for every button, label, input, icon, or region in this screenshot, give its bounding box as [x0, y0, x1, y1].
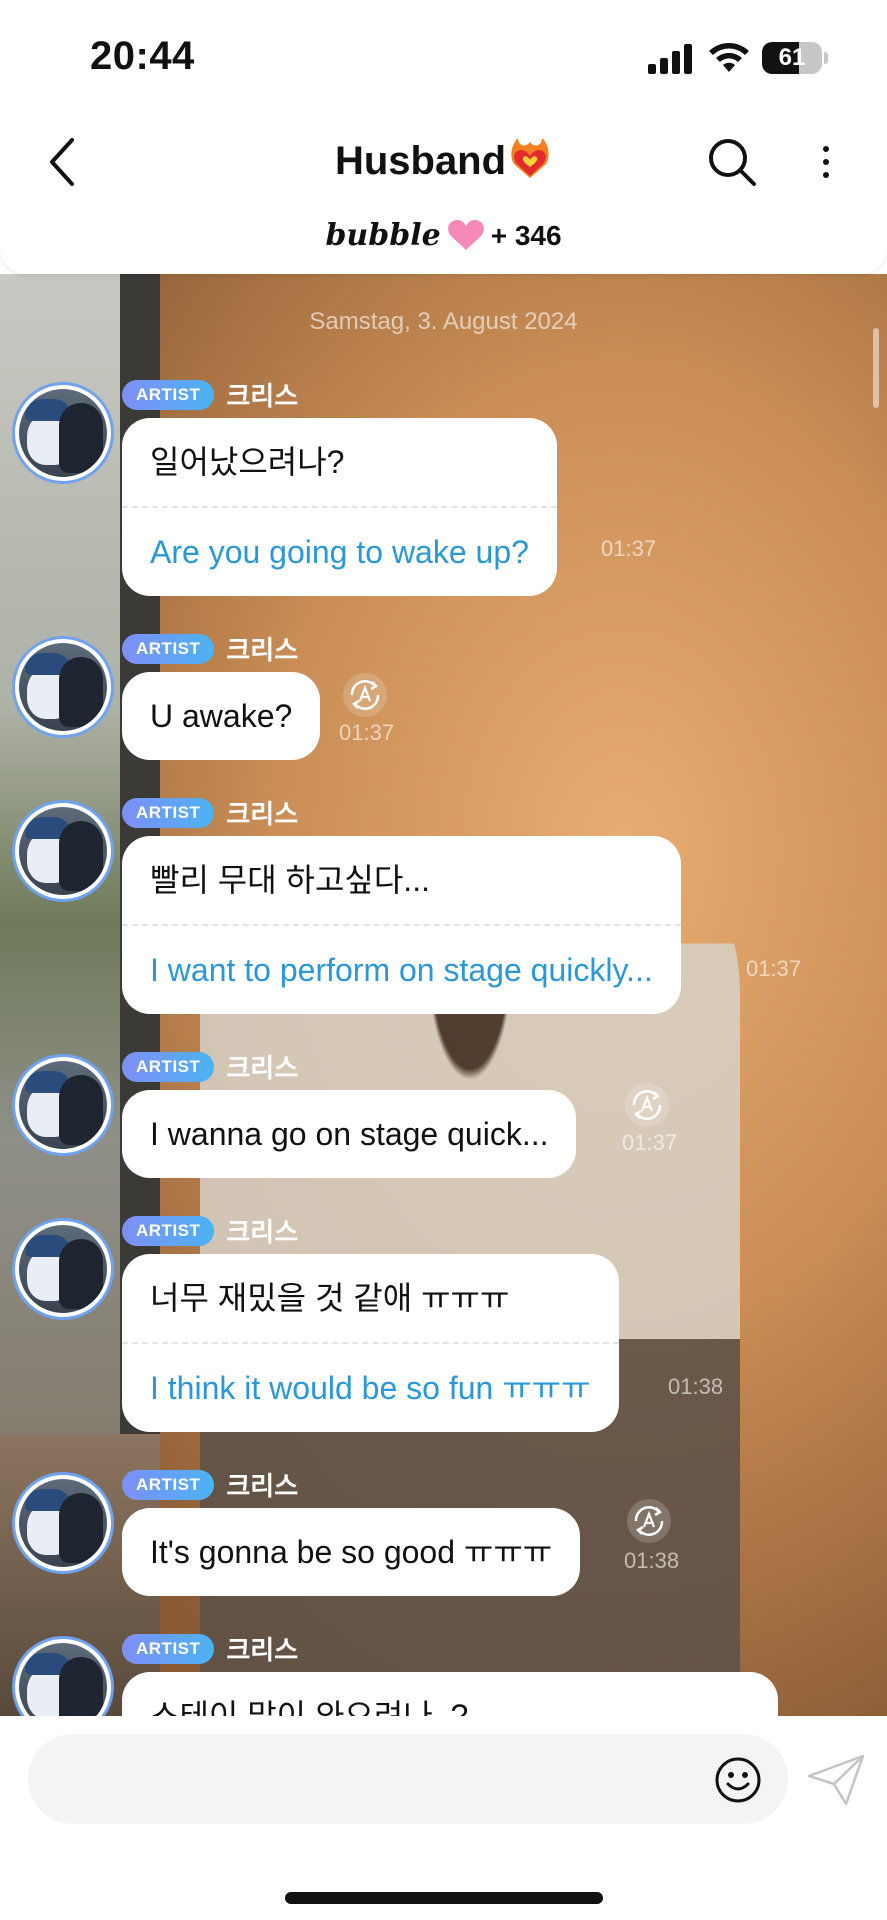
message-time: 01:37: [601, 536, 657, 561]
message-bubble[interactable]: 빨리 무대 하고싶다... I want to perform on stage…: [122, 836, 681, 1014]
chat-title-text: Husband: [334, 139, 507, 183]
artist-badge: ARTIST: [122, 1215, 215, 1246]
sender-name: 크리스: [226, 1471, 299, 1501]
message-time: 01:38: [624, 1548, 680, 1573]
artist-avatar[interactable]: [12, 1218, 114, 1320]
message-bubble[interactable]: U awake?: [122, 672, 321, 760]
chat-message: ARTIST 크리스 스테이 많이 와으려나..?: [0, 1630, 887, 1716]
message-time: 01:37: [622, 1130, 678, 1155]
chat-message: ARTIST 크리스 빨리 무대 하고싶다... I want to perfor…: [0, 794, 887, 1014]
auto-translate-icon[interactable]: [342, 672, 388, 718]
chat-message: ARTIST 크리스 U awake? 01:37: [0, 630, 887, 760]
chat-message: ARTIST 크리스 일어났으려나? Are you going to wake …: [0, 376, 887, 596]
bubble-logo: bubble: [325, 218, 441, 253]
artist-avatar[interactable]: [12, 1054, 114, 1156]
message-time: 01:37: [339, 720, 395, 745]
sender-name: 크리스: [226, 1217, 299, 1247]
message-translation: I want to perform on stage quickly...: [150, 952, 653, 988]
artist-badge: ARTIST: [122, 633, 215, 664]
sender-row: ARTIST 크리스: [122, 1466, 298, 1501]
bubble-subscription-info[interactable]: bubble + 346: [0, 218, 887, 253]
chat-message: ARTIST 크리스 It's gonna be so good ㅠㅠㅠ 01:3…: [0, 1466, 887, 1596]
artist-badge: ARTIST: [122, 797, 215, 828]
sender-name: 크리스: [226, 1053, 299, 1083]
battery-icon: 61: [762, 42, 828, 74]
artist-avatar[interactable]: [12, 636, 114, 738]
message-input[interactable]: [28, 1734, 788, 1824]
artist-avatar[interactable]: [12, 382, 114, 484]
message-text: 너무 재밌을 것 같애 ㅠㅠㅠ: [150, 1280, 510, 1316]
message-text: I wanna go on stage quick...: [150, 1116, 549, 1152]
message-input-bar: [0, 1716, 887, 1920]
sender-row: ARTIST 크리스: [122, 630, 298, 665]
sender-name: 크리스: [226, 799, 299, 829]
auto-translate-icon[interactable]: [624, 1082, 670, 1128]
subscriber-count: + 346: [490, 220, 562, 251]
artist-avatar[interactable]: [12, 800, 114, 902]
battery-percent: 61: [778, 44, 806, 71]
chat-message: ARTIST 크리스 I wanna go on stage quick... 0…: [0, 1048, 887, 1178]
search-button[interactable]: [704, 134, 760, 190]
heart-on-fire-icon: [511, 138, 549, 178]
status-time: 20:44: [90, 34, 195, 78]
send-button[interactable]: [806, 1752, 866, 1808]
message-bubble[interactable]: 스테이 많이 와으려나..?: [122, 1672, 778, 1716]
sender-name: 크리스: [226, 635, 299, 665]
sender-name: 크리스: [226, 1635, 299, 1665]
wifi-icon: [709, 43, 749, 72]
chat-message: ARTIST 크리스 너무 재밌을 것 같애 ㅠㅠㅠ I think it wou…: [0, 1212, 887, 1432]
message-text: U awake?: [150, 698, 293, 734]
status-bar: 20:44 61: [0, 0, 887, 110]
message-text: It's gonna be so good ㅠㅠㅠ: [150, 1534, 553, 1570]
cellular-signal-icon: [648, 44, 694, 74]
auto-translate-icon[interactable]: [626, 1498, 672, 1544]
message-text: 스테이 많이 와으려나..?: [150, 1698, 469, 1716]
chat-header: Husband bubble + 346: [0, 100, 887, 274]
artist-avatar[interactable]: [12, 1472, 114, 1574]
date-divider: Samstag, 3. August 2024: [309, 308, 578, 335]
message-text: 빨리 무대 하고싶다...: [150, 862, 430, 898]
chat-area[interactable]: Samstag, 3. August 2024 ARTIST 크리스 일어났으려나…: [0, 274, 887, 1716]
artist-badge: ARTIST: [122, 1633, 215, 1664]
artist-badge: ARTIST: [122, 379, 215, 410]
sender-name: 크리스: [226, 381, 299, 411]
message-time: 01:38: [668, 1374, 724, 1399]
artist-badge: ARTIST: [122, 1469, 215, 1500]
home-indicator[interactable]: [285, 1892, 603, 1904]
sender-row: ARTIST 크리스: [122, 1630, 298, 1665]
sender-row: ARTIST 크리스: [122, 794, 298, 829]
message-translation: I think it would be so fun ㅠㅠㅠ: [150, 1370, 591, 1406]
sender-row: ARTIST 크리스: [122, 1212, 298, 1247]
message-bubble[interactable]: It's gonna be so good ㅠㅠㅠ: [122, 1508, 581, 1596]
message-time: 01:37: [746, 956, 802, 981]
artist-avatar[interactable]: [12, 1636, 114, 1716]
emoji-button[interactable]: [714, 1756, 762, 1804]
sender-row: ARTIST 크리스: [122, 1048, 298, 1083]
message-bubble[interactable]: 일어났으려나? Are you going to wake up?: [122, 418, 557, 596]
more-options-button[interactable]: [806, 134, 846, 190]
artist-badge: ARTIST: [122, 1051, 215, 1082]
message-translation: Are you going to wake up?: [150, 534, 529, 570]
message-bubble[interactable]: I wanna go on stage quick...: [122, 1090, 577, 1178]
message-bubble[interactable]: 너무 재밌을 것 같애 ㅠㅠㅠ I think it would be so f…: [122, 1254, 619, 1432]
pink-heart-icon: [447, 220, 484, 250]
sender-row: ARTIST 크리스: [122, 376, 298, 411]
message-text: 일어났으려나?: [150, 444, 345, 480]
